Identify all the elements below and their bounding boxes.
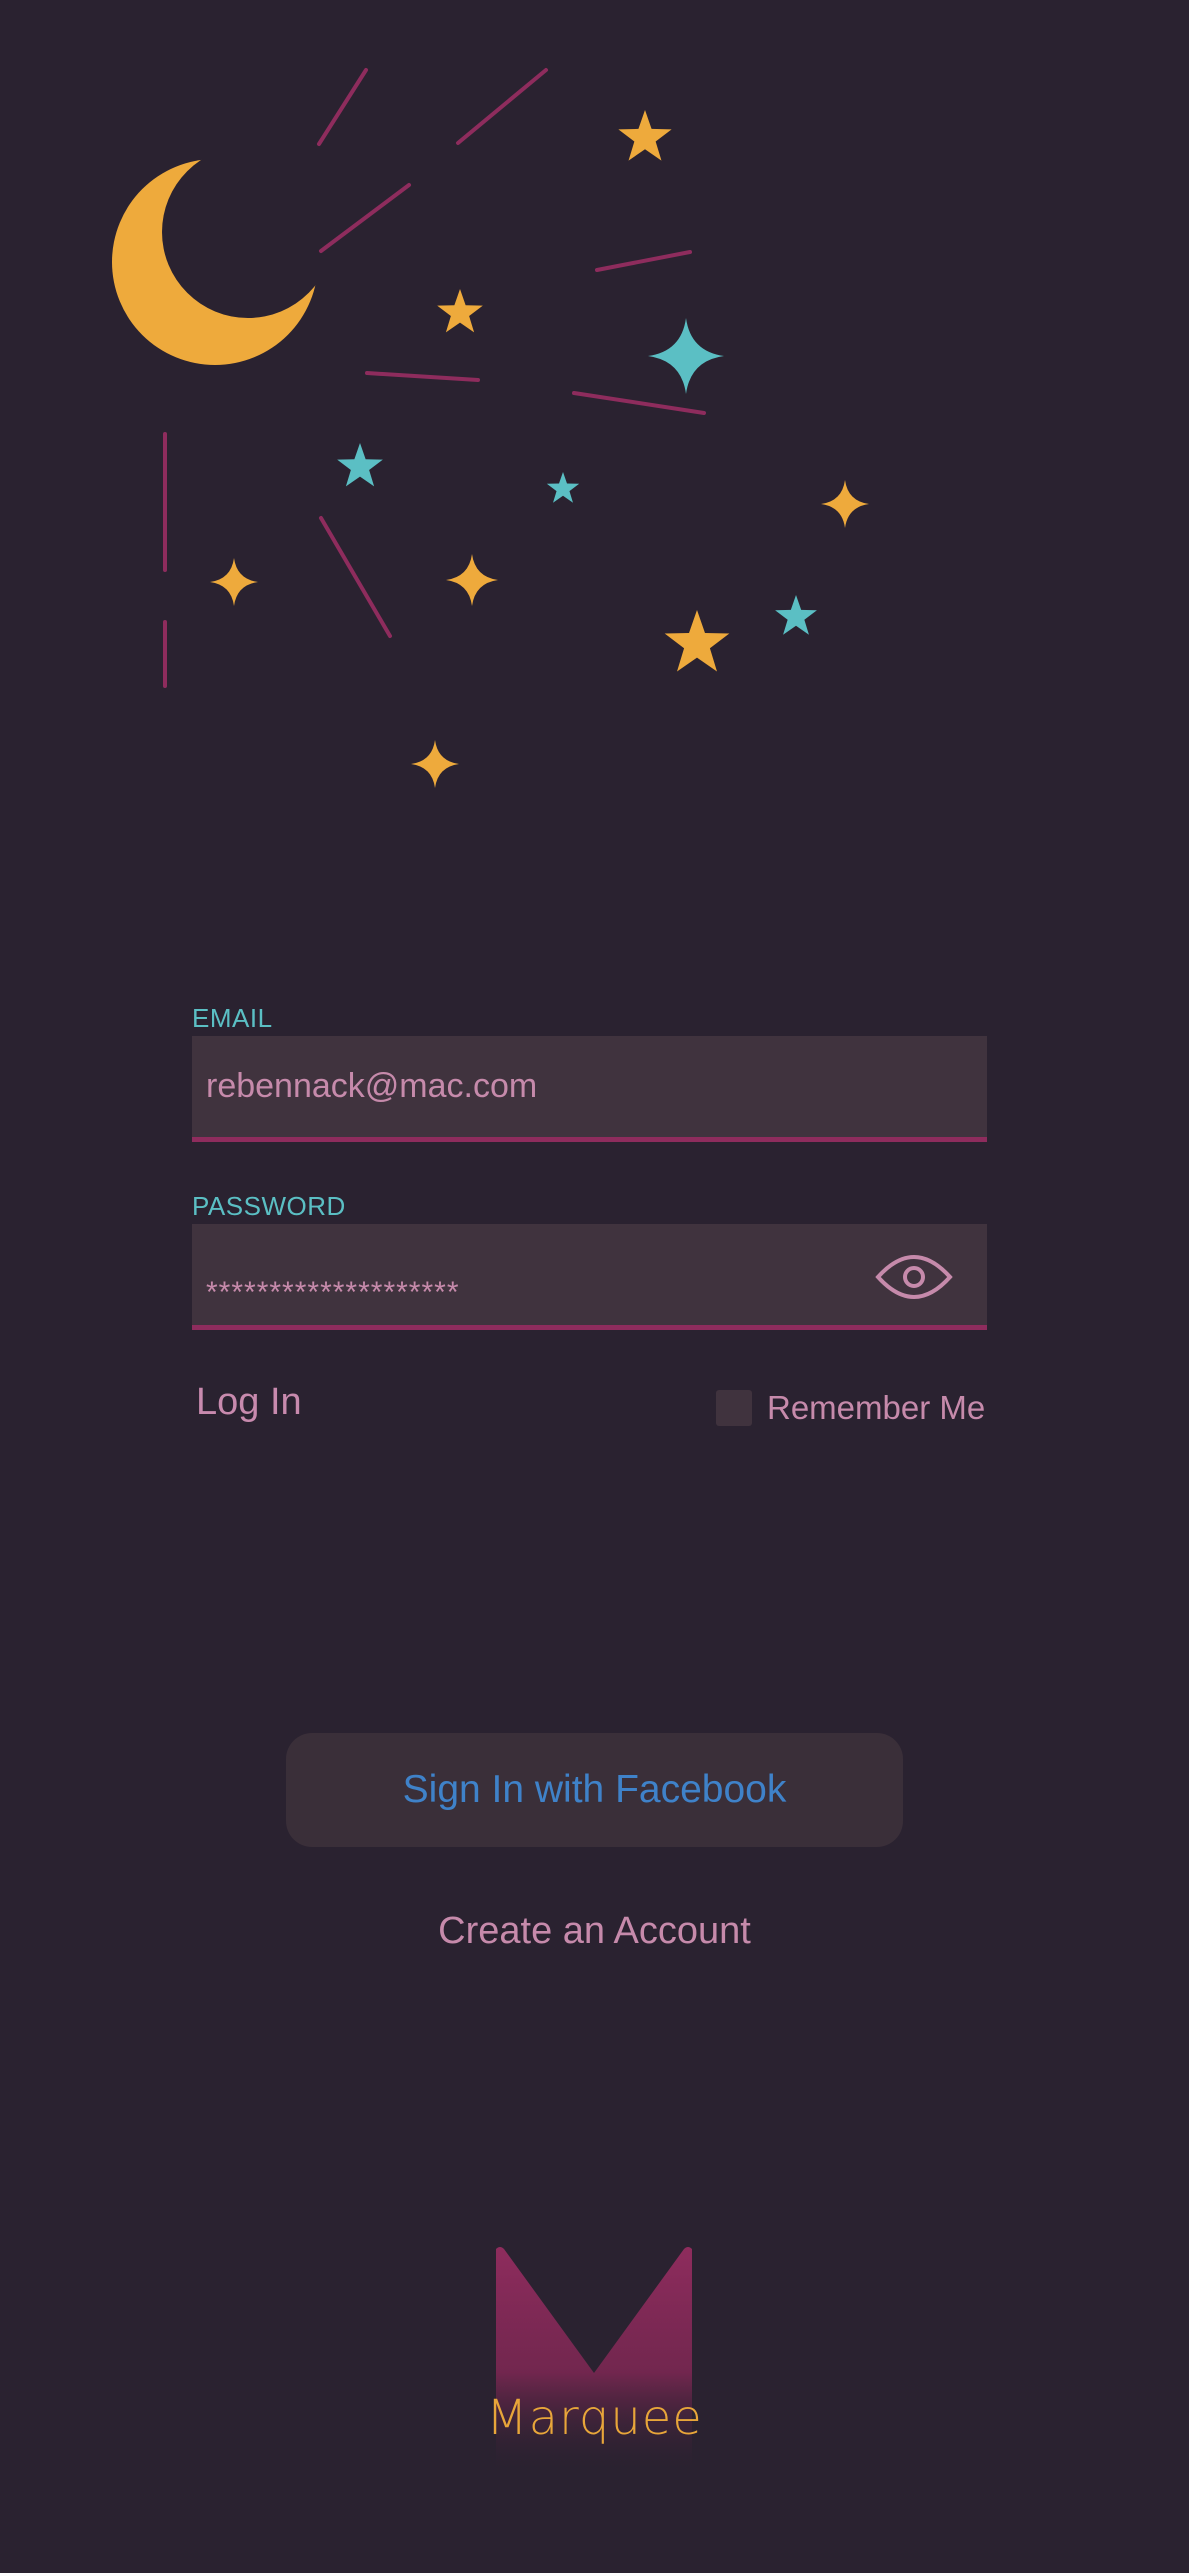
star-icon	[437, 289, 483, 333]
night-sky-illustration	[112, 68, 869, 788]
star-icon	[618, 110, 672, 161]
remember-me-toggle[interactable]: Remember Me	[716, 1389, 986, 1426]
password-label: PASSWORD	[192, 1191, 346, 1221]
eye-icon[interactable]	[875, 1250, 953, 1304]
moon-icon	[112, 159, 318, 365]
login-button[interactable]: Log In	[196, 1381, 302, 1424]
star-icon	[446, 554, 498, 606]
logo-wordmark: Marquee	[486, 2390, 703, 2446]
facebook-signin-button[interactable]: Sign In with Facebook	[286, 1733, 903, 1847]
shooting-lines	[163, 68, 706, 688]
star-icon	[821, 480, 869, 528]
star-icon	[210, 558, 258, 606]
create-account-link[interactable]: Create an Account	[0, 1910, 1189, 1953]
email-field[interactable]	[192, 1036, 987, 1142]
password-input[interactable]: ********************	[206, 1276, 460, 1310]
remember-me-checkbox[interactable]	[716, 1390, 752, 1426]
email-input[interactable]	[206, 1036, 846, 1137]
star-icon	[411, 740, 459, 788]
remember-me-label: Remember Me	[767, 1389, 986, 1426]
star-icon	[546, 472, 580, 503]
star-icon	[648, 318, 724, 394]
facebook-signin-label: Sign In with Facebook	[402, 1768, 787, 1811]
star-icon	[337, 443, 383, 487]
star-icon	[775, 595, 817, 635]
password-field[interactable]: ********************	[192, 1224, 987, 1330]
star-icon	[664, 610, 730, 672]
create-account-label: Create an Account	[438, 1910, 751, 1952]
stars	[210, 110, 869, 788]
email-label: EMAIL	[192, 1003, 273, 1033]
